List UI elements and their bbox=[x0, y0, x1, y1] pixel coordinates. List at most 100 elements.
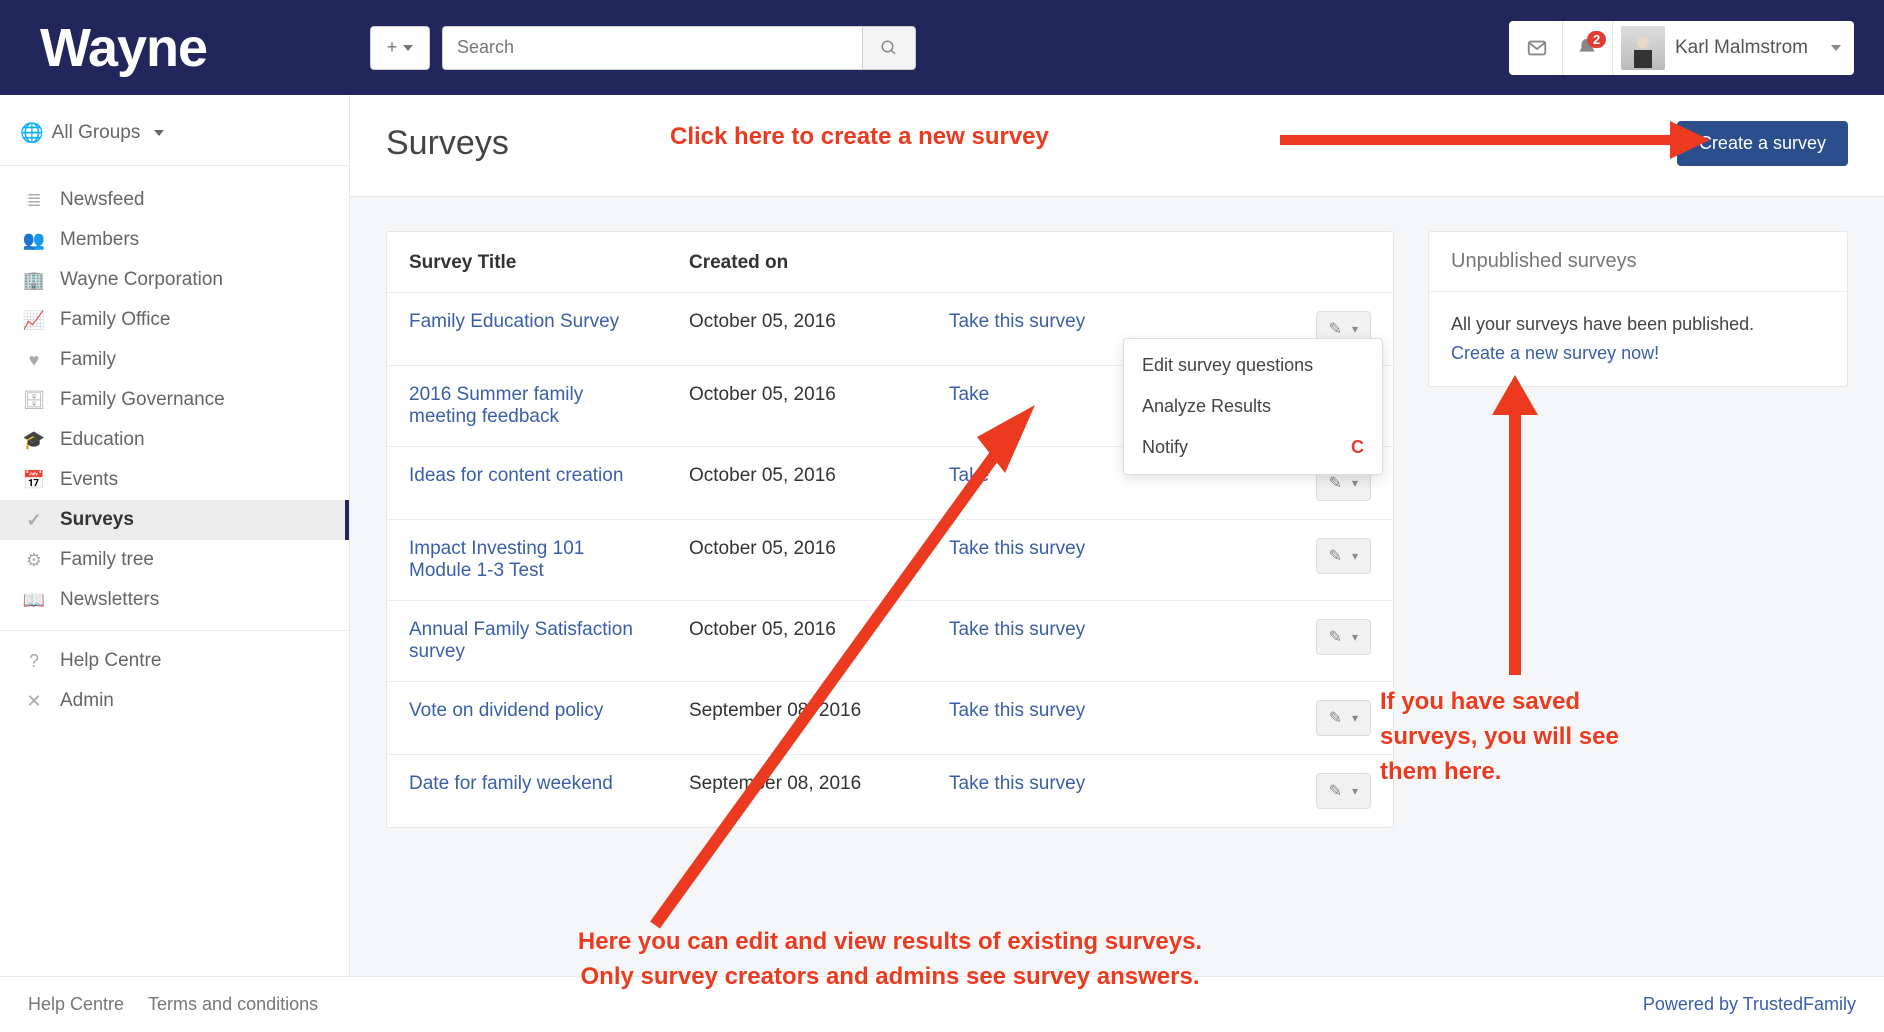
survey-title-link[interactable]: 2016 Summer family meeting feedback bbox=[409, 384, 583, 427]
user-menu-caret[interactable] bbox=[1816, 45, 1850, 51]
plus-icon: + bbox=[387, 37, 398, 58]
pencil-icon: ✎ bbox=[1329, 319, 1342, 339]
survey-title-link[interactable]: Annual Family Satisfaction survey bbox=[409, 619, 633, 662]
chevron-down-icon: ▾ bbox=[1352, 784, 1358, 798]
col-header-title: Survey Title bbox=[387, 232, 667, 293]
notifications-button[interactable]: 2 bbox=[1563, 21, 1613, 75]
table-row: Date for family weekend September 08, 201… bbox=[387, 755, 1393, 828]
avatar[interactable] bbox=[1621, 26, 1665, 70]
graduation-icon: 🎓 bbox=[22, 430, 46, 451]
nav-help-centre[interactable]: ? Help Centre bbox=[0, 641, 349, 681]
building-icon: 🏢 bbox=[22, 270, 46, 291]
nav-education[interactable]: 🎓Education bbox=[0, 420, 349, 460]
surveys-table: Survey Title Created on Family Education… bbox=[387, 232, 1393, 827]
chevron-down-icon: ▾ bbox=[1352, 630, 1358, 644]
nav-label: Family tree bbox=[60, 549, 154, 571]
survey-edit-dropdown[interactable]: ✎▾ bbox=[1316, 700, 1371, 736]
take-survey-link[interactable]: Take this survey bbox=[949, 773, 1085, 794]
search-button[interactable] bbox=[862, 26, 916, 70]
take-survey-link[interactable]: Take this survey bbox=[949, 311, 1085, 332]
list-icon: ≣ bbox=[22, 190, 46, 211]
nav-label: Admin bbox=[60, 690, 114, 712]
messages-button[interactable] bbox=[1513, 21, 1563, 75]
nav-newsletters[interactable]: 📖Newsletters bbox=[0, 580, 349, 620]
add-new-dropdown[interactable]: + bbox=[370, 26, 430, 70]
nav-family-governance[interactable]: 🗄Family Governance bbox=[0, 380, 349, 420]
unpublished-text: All your surveys have been published. bbox=[1451, 310, 1825, 339]
menu-analyze-results[interactable]: Analyze Results bbox=[1124, 386, 1382, 427]
menu-edit-questions[interactable]: Edit survey questions bbox=[1124, 345, 1382, 386]
survey-actions-dropdown: Edit survey questions Analyze Results No… bbox=[1123, 338, 1383, 475]
chevron-down-icon: ▾ bbox=[1352, 549, 1358, 563]
page-title: Surveys bbox=[386, 124, 509, 163]
nav-admin[interactable]: ✕ Admin bbox=[0, 681, 349, 721]
envelope-icon bbox=[1526, 37, 1548, 59]
check-icon: ✓ bbox=[22, 510, 46, 531]
nav-list: ≣Newsfeed 👥Members 🏢Wayne Corporation 📈F… bbox=[0, 166, 349, 735]
menu-notify[interactable]: NotifyC bbox=[1124, 427, 1382, 468]
groups-label: All Groups bbox=[52, 122, 141, 144]
nav-wayne-corporation[interactable]: 🏢 Wayne Corporation bbox=[0, 260, 349, 300]
survey-created-date: September 08, 2016 bbox=[667, 755, 927, 828]
survey-created-date: October 05, 2016 bbox=[667, 366, 927, 447]
pencil-icon: ✎ bbox=[1329, 781, 1342, 801]
nav-events[interactable]: 📅Events bbox=[0, 460, 349, 500]
survey-edit-dropdown[interactable]: ✎▾ bbox=[1316, 619, 1371, 655]
nav-label: Wayne Corporation bbox=[60, 269, 223, 291]
create-new-survey-link[interactable]: Create a new survey now! bbox=[1451, 339, 1825, 368]
nav-surveys[interactable]: ✓ Surveys bbox=[0, 500, 349, 540]
survey-edit-dropdown[interactable]: ✎▾ bbox=[1316, 538, 1371, 574]
nav-family[interactable]: ♥ Family bbox=[0, 340, 349, 380]
nav-members[interactable]: 👥Members bbox=[0, 220, 349, 260]
survey-title-link[interactable]: Impact Investing 101 Module 1-3 Test bbox=[409, 538, 584, 581]
table-row: Annual Family Satisfaction surveyOctober… bbox=[387, 601, 1393, 682]
nav-label: Family bbox=[60, 349, 116, 371]
pencil-icon: ✎ bbox=[1329, 627, 1342, 647]
nav-newsfeed[interactable]: ≣ Newsfeed bbox=[0, 180, 349, 220]
chart-icon: 📈 bbox=[22, 310, 46, 331]
tools-icon: ✕ bbox=[22, 691, 46, 712]
nav-separator bbox=[0, 630, 349, 631]
survey-title-link[interactable]: Vote on dividend policy bbox=[409, 700, 603, 721]
heart-icon: ♥ bbox=[22, 350, 46, 371]
tree-icon: ⚙ bbox=[22, 550, 46, 571]
nav-family-tree[interactable]: ⚙ Family tree bbox=[0, 540, 349, 580]
calendar-icon: 📅 bbox=[22, 470, 46, 491]
chevron-down-icon bbox=[148, 122, 164, 144]
footer-terms-link[interactable]: Terms and conditions bbox=[148, 994, 318, 1015]
surveys-table-card: Survey Title Created on Family Education… bbox=[386, 231, 1394, 828]
take-survey-link[interactable]: Take this survey bbox=[949, 700, 1085, 721]
survey-edit-dropdown[interactable]: ✎▾ bbox=[1316, 773, 1371, 809]
search-wrap bbox=[442, 26, 916, 70]
nav-family-office[interactable]: 📈Family Office bbox=[0, 300, 349, 340]
database-icon: 🗄 bbox=[22, 390, 46, 411]
survey-title-link[interactable]: Ideas for content creation bbox=[409, 465, 623, 486]
footer-help-link[interactable]: Help Centre bbox=[28, 994, 124, 1015]
unpublished-surveys-card: Unpublished surveys All your surveys hav… bbox=[1428, 231, 1848, 387]
survey-title-link[interactable]: Date for family weekend bbox=[409, 773, 613, 794]
nav-label: Surveys bbox=[60, 509, 134, 531]
page-header: Surveys Create a survey bbox=[350, 95, 1884, 197]
groups-selector[interactable]: 🌐 All Groups bbox=[0, 115, 349, 166]
take-survey-link[interactable]: Take bbox=[949, 384, 989, 405]
table-row: Vote on dividend policy September 08, 201… bbox=[387, 682, 1393, 755]
survey-created-date: September 08, 2016 bbox=[667, 682, 927, 755]
survey-title-link[interactable]: Family Education Survey bbox=[409, 311, 619, 332]
create-survey-button[interactable]: Create a survey bbox=[1677, 121, 1848, 166]
search-input[interactable] bbox=[442, 26, 862, 70]
page-body: 🌐 All Groups ≣ Newsfeed 👥Members 🏢 Wayne C… bbox=[0, 95, 1884, 976]
main: Surveys Create a survey Survey Title Cre… bbox=[350, 95, 1884, 976]
unpublished-heading: Unpublished surveys bbox=[1429, 232, 1847, 292]
notification-badge: 2 bbox=[1587, 31, 1606, 48]
nav-label: Newsfeed bbox=[60, 189, 145, 211]
pencil-icon: ✎ bbox=[1329, 473, 1342, 493]
take-survey-link[interactable]: Take this survey bbox=[949, 538, 1085, 559]
take-survey-link[interactable]: Take this survey bbox=[949, 619, 1085, 640]
sidebar: 🌐 All Groups ≣ Newsfeed 👥Members 🏢 Wayne C… bbox=[0, 95, 350, 976]
brand-logo: Wayne bbox=[40, 17, 370, 79]
username-label[interactable]: Karl Malmstrom bbox=[1671, 37, 1816, 59]
nav-label: Help Centre bbox=[60, 650, 161, 672]
take-survey-link[interactable]: Take bbox=[949, 465, 989, 486]
help-icon: ? bbox=[22, 651, 46, 672]
topbar: Wayne + 2 Karl Malmstrom bbox=[0, 0, 1884, 95]
